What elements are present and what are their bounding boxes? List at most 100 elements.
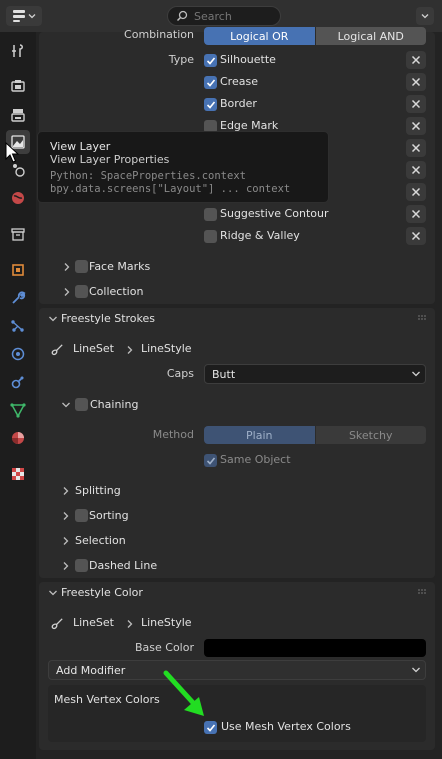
freestyle-color-title: Freestyle Color: [61, 586, 143, 599]
output-icon: [11, 109, 25, 122]
tab-render[interactable]: [6, 74, 30, 98]
close-icon: [411, 231, 421, 241]
drag-handle-icon[interactable]: [418, 589, 428, 595]
chevron-down-icon: [412, 371, 420, 377]
close-icon: [411, 99, 421, 109]
constraints-icon: [11, 376, 24, 389]
same-object-label: Same Object: [220, 453, 291, 466]
close-icon: [411, 209, 421, 219]
drag-handle-icon[interactable]: [418, 315, 428, 321]
border-label: Border: [220, 97, 257, 110]
tab-material[interactable]: [6, 426, 30, 450]
method-option-sketchy[interactable]: Sketchy: [315, 426, 426, 444]
search-field[interactable]: [167, 6, 281, 26]
tab-world[interactable]: [6, 186, 30, 210]
checkmark-icon: [206, 56, 215, 65]
mouse-cursor-icon: [5, 142, 19, 163]
header-options-button[interactable]: [416, 7, 434, 25]
hidden-type-exclude-button[interactable]: [406, 183, 426, 201]
silhouette-label: Silhouette: [220, 53, 276, 66]
freestyle-strokes-title: Freestyle Strokes: [61, 312, 155, 325]
chevron-right-icon: [127, 346, 133, 354]
sorting-subpanel-header[interactable]: Sorting: [48, 505, 428, 527]
chaining-checkbox[interactable]: [75, 398, 88, 411]
annotation-arrow-icon: [163, 670, 204, 716]
linestyle-brush-icon: [51, 344, 63, 356]
particles-icon: [11, 320, 24, 332]
chevron-right-icon: [64, 288, 70, 296]
tab-texture[interactable]: [6, 462, 30, 486]
world-icon: [12, 192, 24, 204]
search-icon: [176, 10, 188, 22]
close-icon: [411, 143, 421, 153]
chevron-right-icon: [63, 562, 69, 570]
chevron-right-icon: [64, 263, 70, 271]
caps-dropdown[interactable]: Butt: [204, 364, 426, 384]
selection-subpanel-header[interactable]: Selection: [48, 530, 428, 552]
texture-icon: [12, 468, 24, 480]
tab-data[interactable]: [6, 398, 30, 422]
border-checkbox[interactable]: [204, 98, 217, 111]
chevron-right-icon: [63, 487, 69, 495]
suggestive-contour-label: Suggestive Contour: [220, 207, 329, 220]
base-color-swatch[interactable]: [204, 639, 426, 657]
tab-modifier[interactable]: [6, 286, 30, 310]
combination-option-logical-and[interactable]: Logical AND: [315, 27, 426, 45]
collection-subpanel-header[interactable]: Collection: [48, 281, 428, 303]
sorting-checkbox[interactable]: [75, 509, 88, 522]
dashed-line-label: Dashed Line: [89, 559, 158, 572]
tooltip-title: View Layer: [50, 140, 111, 153]
scene-icon: [13, 164, 25, 177]
crease-checkbox[interactable]: [204, 76, 217, 89]
tab-object[interactable]: [6, 258, 30, 282]
use-mesh-vertex-colors-label: Use Mesh Vertex Colors: [221, 720, 351, 733]
same-object-checkbox[interactable]: [204, 454, 217, 467]
color-breadcrumb-lineset: LineSet: [73, 616, 114, 629]
tab-output[interactable]: [6, 103, 30, 127]
silhouette-checkbox[interactable]: [204, 54, 217, 67]
chaining-label: Chaining: [90, 398, 139, 411]
ridge-valley-checkbox[interactable]: [204, 230, 217, 243]
splitting-subpanel-header[interactable]: Splitting: [48, 480, 428, 502]
chaining-subpanel-header[interactable]: Chaining: [48, 394, 428, 416]
modifier-icon: [12, 291, 26, 304]
add-modifier-label: Add Modifier: [56, 663, 126, 677]
chevron-down-icon: [49, 316, 57, 322]
face-marks-subpanel-header[interactable]: Face Marks: [48, 256, 428, 278]
add-modifier-dropdown[interactable]: Add Modifier: [48, 660, 426, 680]
tab-constraints[interactable]: [6, 370, 30, 394]
suggestive-contour-exclude-button[interactable]: [406, 205, 426, 223]
freestyle-color-header[interactable]: Freestyle Color: [39, 582, 435, 604]
ridge-valley-exclude-button[interactable]: [406, 227, 426, 245]
collection-checkbox[interactable]: [75, 285, 88, 298]
hidden-type-exclude-button[interactable]: [406, 139, 426, 157]
silhouette-exclude-button[interactable]: [406, 51, 426, 69]
view-layer-tooltip: View Layer View Layer Properties Python:…: [37, 131, 329, 203]
edge-mark-exclude-button[interactable]: [406, 117, 426, 135]
face-marks-checkbox[interactable]: [75, 260, 88, 273]
dashed-line-checkbox[interactable]: [75, 559, 88, 572]
checkmark-icon: [206, 100, 215, 109]
editor-type-button[interactable]: [6, 6, 42, 26]
freestyle-strokes-header[interactable]: Freestyle Strokes: [39, 308, 435, 330]
type-label: Type: [168, 53, 194, 66]
tab-physics[interactable]: [6, 342, 30, 366]
method-label: Method: [152, 428, 194, 441]
search-input[interactable]: [194, 9, 274, 23]
crease-exclude-button[interactable]: [406, 73, 426, 91]
tab-collection[interactable]: [6, 222, 30, 246]
border-exclude-button[interactable]: [406, 95, 426, 113]
dashed-line-subpanel-header[interactable]: Dashed Line: [48, 555, 428, 577]
strokes-breadcrumb-linestyle: LineStyle: [141, 342, 192, 355]
hidden-type-exclude-button[interactable]: [406, 161, 426, 179]
collection-label: Collection: [89, 285, 144, 298]
physics-icon: [11, 347, 25, 361]
method-option-plain[interactable]: Plain: [204, 426, 316, 444]
tab-tool[interactable]: [6, 39, 30, 63]
use-mesh-vertex-colors-checkbox[interactable]: [204, 721, 217, 734]
suggestive-contour-checkbox[interactable]: [204, 208, 217, 221]
combination-option-logical-or[interactable]: Logical OR: [204, 27, 316, 45]
tab-particles[interactable]: [6, 314, 30, 338]
chevron-down-icon: [28, 14, 36, 19]
collection-icon: [11, 228, 25, 241]
